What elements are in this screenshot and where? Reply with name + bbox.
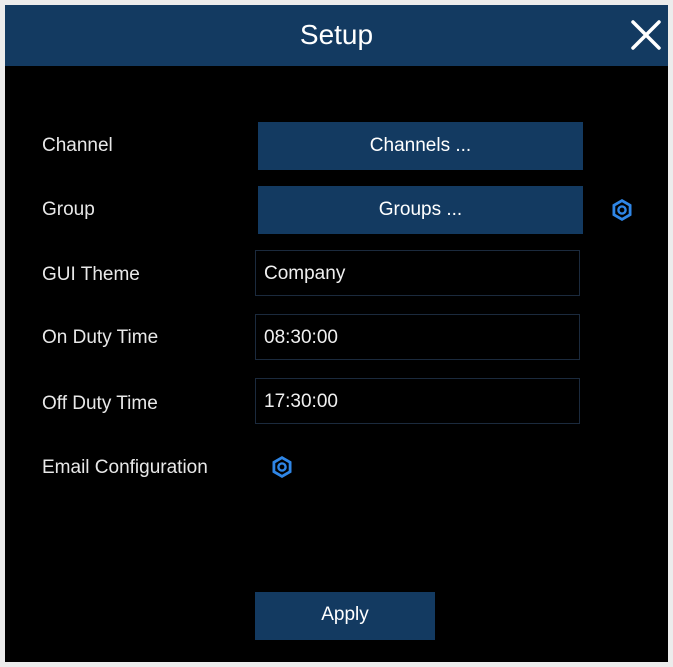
group-settings-gear-icon[interactable] [610,198,634,222]
off-duty-time-field[interactable]: 17:30:00 [255,378,580,424]
setup-dialog: Setup Channel Channels ... Group Groups … [5,5,668,662]
channel-label: Channel [42,135,113,156]
title-bar: Setup [5,5,668,66]
dialog-title: Setup [299,19,374,50]
off-duty-time-label: Off Duty Time [42,393,158,414]
email-configuration-label: Email Configuration [42,457,208,478]
on-duty-time-field[interactable]: 08:30:00 [255,314,580,360]
apply-button[interactable]: Apply [255,592,435,640]
gui-theme-label: GUI Theme [42,264,140,285]
email-settings-gear-icon[interactable] [270,455,294,479]
groups-button[interactable]: Groups ... [258,186,583,234]
channels-button[interactable]: Channels ... [258,122,583,170]
on-duty-time-label: On Duty Time [42,327,159,348]
group-label: Group [42,199,95,220]
gui-theme-field[interactable]: Company [255,250,580,296]
close-icon[interactable] [629,18,663,52]
